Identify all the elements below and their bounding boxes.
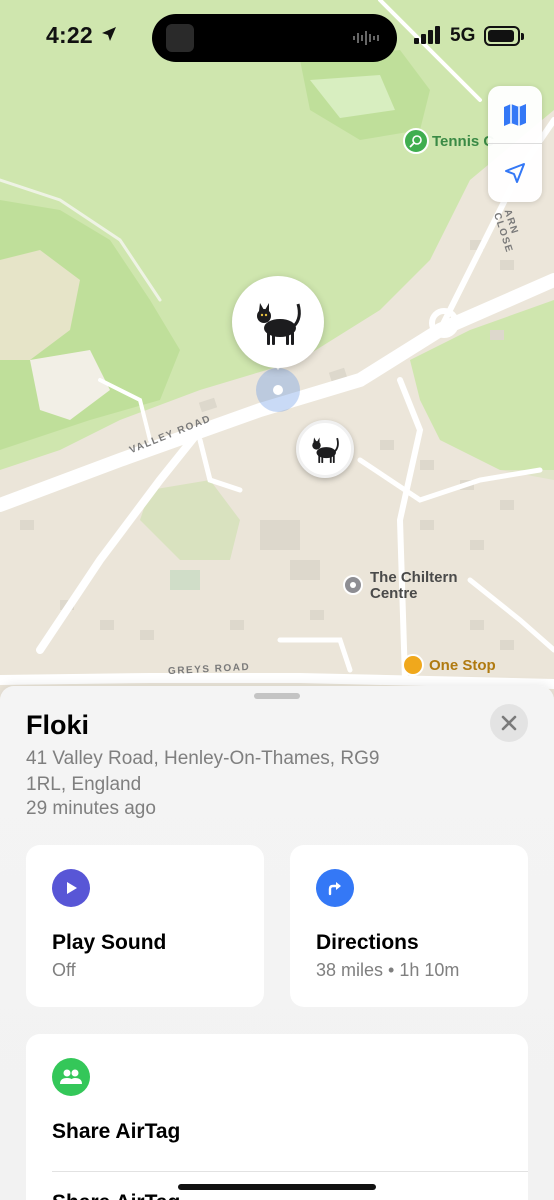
close-button[interactable] [490, 704, 528, 742]
home-indicator[interactable] [178, 1184, 376, 1190]
location-arrow-icon [102, 27, 116, 41]
tennis-court-icon[interactable] [403, 128, 429, 154]
poi-pin-icon[interactable] [343, 575, 363, 595]
play-sound-status: Off [52, 960, 76, 980]
location-arrow-icon [505, 163, 525, 183]
map-controls [488, 86, 542, 202]
audio-waveform-icon [353, 31, 379, 45]
people-icon [52, 1058, 90, 1096]
directions-title: Directions [316, 931, 419, 954]
status-bar: 4:22 5G [0, 0, 554, 76]
status-time: 4:22 [46, 22, 93, 48]
airtag-pin-selected[interactable] [232, 276, 324, 368]
play-icon [52, 869, 90, 907]
item-name: Floki [26, 710, 90, 740]
now-playing-artwork [166, 24, 194, 52]
shop-icon[interactable] [402, 654, 424, 676]
directions-button[interactable]: Directions 38 miles • 1h 10m [290, 845, 528, 1007]
sheet-grabber[interactable] [254, 693, 300, 699]
last-seen-time: 29 minutes ago [26, 798, 156, 819]
airtag-pin-previous[interactable] [296, 420, 354, 478]
battery-icon [484, 26, 524, 46]
black-cat-icon [312, 437, 339, 463]
next-row-label[interactable]: Share AirTag [52, 1191, 180, 1200]
location-dot [273, 385, 283, 395]
map-icon [504, 103, 526, 126]
directions-distance: 38 miles • 1h 10m [316, 960, 460, 980]
item-address: 41 Valley Road, Henley-On-Thames, RG9 1R… [26, 748, 380, 795]
item-detail-sheet: Floki 41 Valley Road, Henley-On-Thames, … [0, 686, 554, 1200]
black-cat-icon [257, 303, 301, 345]
directions-icon [316, 869, 354, 907]
play-sound-title: Play Sound [52, 931, 167, 954]
poi-label-one-stop[interactable]: One Stop [429, 657, 496, 674]
play-sound-button[interactable]: Play Sound Off [26, 845, 264, 1007]
poi-label-chiltern[interactable]: The Chiltern Centre [370, 570, 480, 602]
card-divider [52, 1171, 528, 1172]
share-airtag-button[interactable]: Share AirTag [52, 1120, 180, 1144]
network-type: 5G [450, 25, 476, 46]
dynamic-island[interactable] [152, 14, 397, 62]
track-location-button[interactable] [488, 144, 542, 202]
cellular-signal-icon [414, 26, 440, 44]
share-airtag-card: Share AirTag Share AirTag [26, 1034, 528, 1200]
map-mode-button[interactable] [488, 86, 542, 144]
poi-label-tennis[interactable]: Tennis C [432, 133, 494, 150]
close-icon [501, 715, 517, 731]
